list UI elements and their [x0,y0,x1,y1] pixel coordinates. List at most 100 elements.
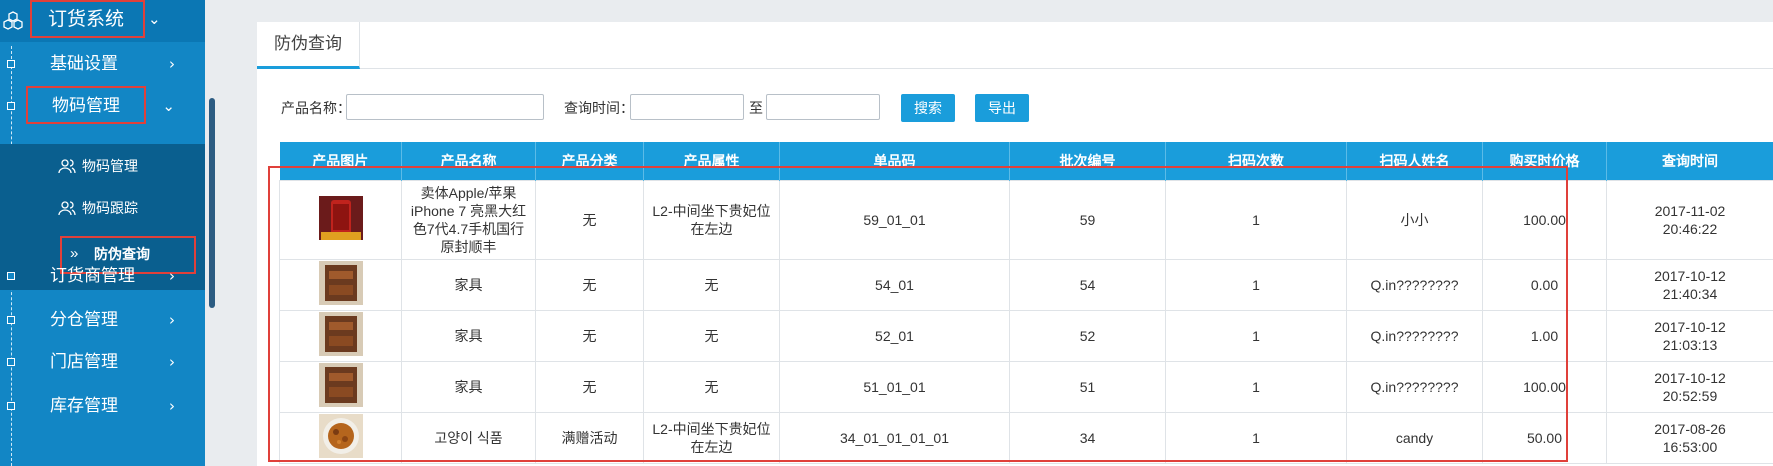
item-code-cell: 52_01 [779,310,1010,362]
sidebar-item-basic-settings[interactable]: 基础设置 › [0,40,205,88]
query-time-cell: 2017-08-26 16:53:00 [1606,412,1773,464]
column-header[interactable]: 扫码次数 [1165,142,1347,181]
batch-cell: 54 [1009,259,1166,311]
sidebar-item-label: 门店管理 [50,352,118,371]
tree-node-icon [7,402,15,410]
category-cell: 无 [535,310,644,362]
chevron-right-icon: › [169,397,175,415]
furniture-thumbnail [318,312,363,356]
start-time-input[interactable] [630,94,744,120]
submenu-item-code-management[interactable]: 物码管理 [0,144,205,188]
product-image-cell [279,259,402,311]
attribute-cell: L2-中间坐下贵妃位在左边 [643,180,780,260]
scan-count-cell: 1 [1165,259,1347,311]
table-row[interactable]: 고양이 식품 满赠活动 L2-中间坐下贵妃位在左边 34_01_01_01_01… [279,412,1773,464]
submenu-item-code-tracking[interactable]: 物码跟踪 [0,186,205,230]
sidebar-item-store-management[interactable]: 门店管理 › [0,338,205,386]
sidebar-item-warehouse-management[interactable]: 分仓管理 › [0,296,205,344]
scanner-name-cell: Q.in???????? [1346,310,1483,362]
sidebar-item-label: 订货商管理 [50,266,135,285]
system-title[interactable]: 订货系统 [30,0,145,38]
column-header[interactable]: 产品分类 [535,142,644,181]
red-iphone-thumbnail [318,196,363,240]
product-image-cell [279,310,402,362]
column-header[interactable]: 产品图片 [279,142,402,181]
main-panel: 防伪查询 产品名称： 查询时间： 至 搜索 导出 产品图片 产品名称 产品分类 … [257,22,1773,466]
users-icon [58,201,76,216]
scan-count-cell: 1 [1165,180,1347,260]
price-cell: 50.00 [1482,412,1607,464]
product-name-cell: 家具 [401,361,536,413]
chevron-right-icon: › [169,311,175,329]
table-row[interactable]: 家具 无 无 52_01 52 1 Q.in???????? 1.00 2017… [279,310,1773,362]
item-code-cell: 51_01_01 [779,361,1010,413]
price-cell: 100.00 [1482,361,1607,413]
tree-node-icon [7,102,15,110]
chevron-right-icon: › [169,267,175,285]
chevron-right-icon: › [169,55,175,73]
scanner-name-cell: Q.in???????? [1346,361,1483,413]
sidebar-item-code-management[interactable]: 物码管理 ⌄ [0,82,205,130]
query-time-label: 查询时间： [564,100,634,116]
chevron-right-icon: › [169,353,175,371]
tab-bar: 防伪查询 [257,22,1773,69]
batch-cell: 59 [1009,180,1166,260]
search-button[interactable]: 搜索 [901,94,955,122]
sidebar-scrollbar[interactable] [209,98,215,308]
product-name-cell: 卖体Apple/苹果 iPhone 7 亮黑大红色7代4.7手机国行原封顺丰 [401,180,536,260]
tree-node-icon [7,358,15,366]
product-name-input[interactable] [346,94,544,120]
query-date: 2017-08-26 [1654,421,1726,437]
query-clock: 20:52:59 [1662,388,1718,404]
column-header[interactable]: 产品名称 [401,142,536,181]
price-cell: 100.00 [1482,180,1607,260]
to-label: 至 [749,100,763,116]
column-header[interactable]: 购买时价格 [1482,142,1607,181]
column-header[interactable]: 查询时间 [1606,142,1773,181]
sidebar-header[interactable]: 订货系统 ⌄ [0,0,205,42]
query-date: 2017-10-12 [1654,268,1726,284]
scanner-name-cell: 小小 [1346,180,1483,260]
price-cell: 0.00 [1482,259,1607,311]
chevron-down-icon: ⌄ [162,97,175,115]
query-time-cell: 2017-11-02 20:46:22 [1606,180,1773,260]
query-date: 2017-10-12 [1654,319,1726,335]
scan-count-cell: 1 [1165,412,1347,464]
tab-anti-fake-query[interactable]: 防伪查询 [257,22,360,69]
tree-node-icon [7,272,15,280]
category-cell: 满赠活动 [535,412,644,464]
query-time-cell: 2017-10-12 21:40:34 [1606,259,1773,311]
category-cell: 无 [535,180,644,260]
product-image-cell [279,180,402,260]
scan-count-cell: 1 [1165,361,1347,413]
attribute-cell: 无 [643,361,780,413]
product-name-cell: 家具 [401,310,536,362]
query-time-cell: 2017-10-12 20:52:59 [1606,361,1773,413]
query-clock: 20:46:22 [1662,221,1718,237]
sidebar: 订货系统 ⌄ 基础设置 › 物码管理 ⌄ 物码管理 物码跟踪 » 防伪查询 订货… [0,0,205,466]
attribute-cell: 无 [643,259,780,311]
column-header[interactable]: 单品码 [779,142,1010,181]
query-clock: 21:40:34 [1662,286,1718,302]
column-header[interactable]: 批次编号 [1009,142,1166,181]
price-cell: 1.00 [1482,310,1607,362]
query-time-cell: 2017-10-12 21:03:13 [1606,310,1773,362]
item-code-cell: 54_01 [779,259,1010,311]
column-header[interactable]: 扫码人姓名 [1346,142,1483,181]
table-row[interactable]: 卖体Apple/苹果 iPhone 7 亮黑大红色7代4.7手机国行原封顺丰 无… [279,180,1773,260]
column-header[interactable]: 产品属性 [643,142,780,181]
submenu-item-label: 物码跟踪 [82,200,138,216]
export-button[interactable]: 导出 [975,94,1029,122]
table-row[interactable]: 家具 无 无 54_01 54 1 Q.in???????? 0.00 2017… [279,259,1773,311]
batch-cell: 52 [1009,310,1166,362]
sidebar-item-dealer-management[interactable]: 订货商管理 › [0,252,205,300]
submenu-item-label: 物码管理 [82,158,138,174]
query-date: 2017-11-02 [1654,203,1726,219]
chevron-down-icon[interactable]: ⌄ [148,10,161,28]
tree-node-icon [7,316,15,324]
users-icon [58,159,76,174]
table-row[interactable]: 家具 无 无 51_01_01 51 1 Q.in???????? 100.00… [279,361,1773,413]
sidebar-item-inventory-management[interactable]: 库存管理 › [0,382,205,430]
scanner-name-cell: Q.in???????? [1346,259,1483,311]
end-time-input[interactable] [766,94,880,120]
